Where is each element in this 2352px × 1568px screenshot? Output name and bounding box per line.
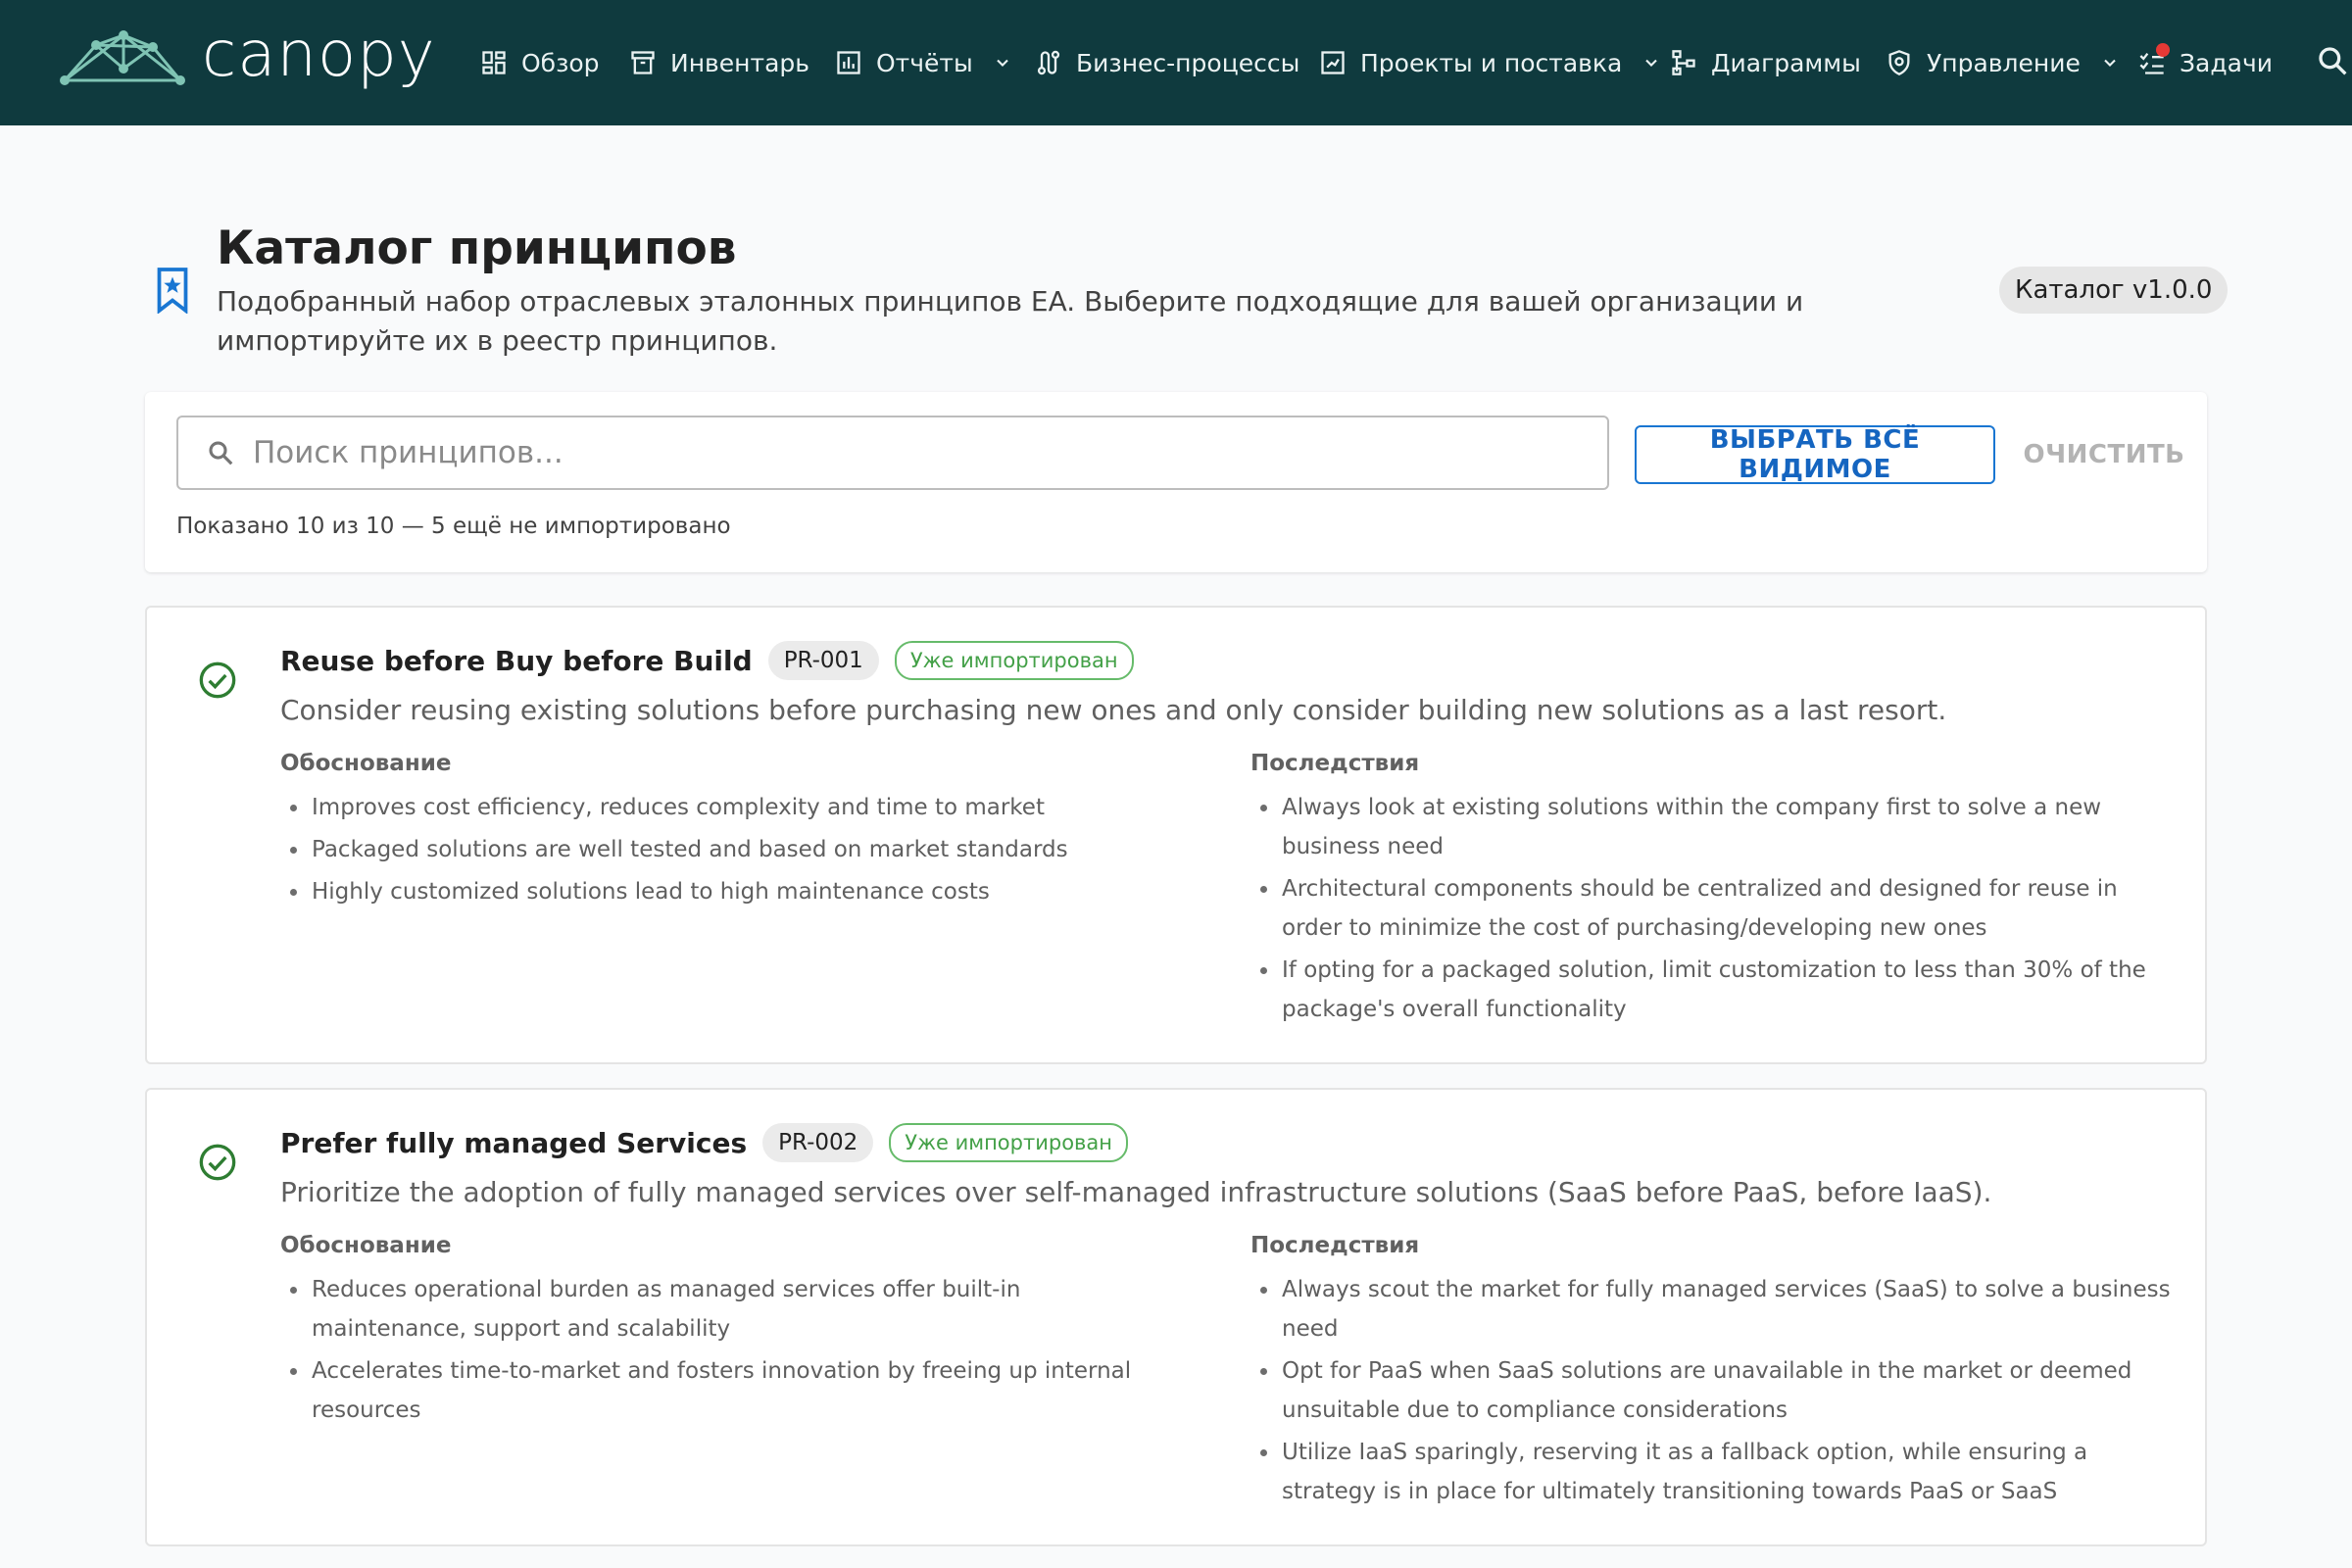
canopy-logo-icon — [60, 30, 185, 85]
nav-label: Инвентарь — [670, 48, 809, 77]
nav-label: Проекты и поставка — [1360, 48, 1623, 77]
list-item: Highly customized solutions lead to high… — [280, 872, 1182, 911]
shown-count-text: Показано 10 из 10 — 5 ещё не импортирова… — [176, 514, 731, 539]
archive-box-icon — [631, 51, 655, 74]
top-navbar: canopy Обзор Инвентарь Отчёты Бизнес-про… — [0, 0, 2352, 125]
implications-list: Always look at existing solutions within… — [1250, 788, 2181, 1032]
bar-chart-icon — [837, 51, 860, 74]
search-input[interactable] — [251, 434, 1588, 471]
page-title: Каталог принципов — [217, 221, 737, 275]
nav-label: Управление — [1927, 48, 2081, 77]
rationale-list: Improves cost efficiency, reduces comple… — [280, 788, 1182, 914]
brand-name: canopy — [202, 19, 436, 91]
imported-status-badge: Уже импортирован — [889, 1123, 1129, 1162]
dashboard-icon — [482, 51, 506, 74]
select-all-visible-button[interactable]: ВЫБРАТЬ ВСЁ ВИДИМОЕ — [1635, 425, 1995, 484]
nav-projects-delivery[interactable]: Проекты и поставка — [1319, 43, 1661, 82]
list-item: Utilize IaaS sparingly, reserving it as … — [1250, 1433, 2181, 1511]
nav-label: Бизнес-процессы — [1076, 48, 1300, 77]
nav-governance[interactable]: Управление — [1886, 43, 2120, 82]
imported-status-badge: Уже импортирован — [894, 641, 1134, 680]
principle-id-badge: PR-001 — [767, 641, 879, 680]
principle-card[interactable]: Reuse before Buy before Build PR-001 Уже… — [145, 606, 2207, 1064]
principle-header: Reuse before Buy before Build PR-001 Уже… — [280, 641, 1134, 680]
nav-business-processes[interactable]: Бизнес-процессы — [1035, 43, 1299, 82]
search-icon — [209, 441, 233, 466]
nav-label: Отчёты — [876, 48, 973, 77]
rationale-heading: Обоснование — [280, 751, 452, 776]
page-subtitle: Подобранный набор отраслевых эталонных п… — [217, 285, 1804, 357]
check-circle-icon — [199, 662, 236, 699]
principle-description: Consider reusing existing solutions befo… — [280, 694, 1947, 726]
principle-description: Prioritize the adoption of fully managed… — [280, 1176, 1992, 1208]
shield-icon — [1888, 50, 1910, 75]
implications-list: Always scout the market for fully manage… — [1250, 1270, 2181, 1514]
list-item: Reduces operational burden as managed se… — [280, 1270, 1182, 1348]
catalog-toolbar: ВЫБРАТЬ ВСЁ ВИДИМОЕ ОЧИСТИТЬ Показано 10… — [145, 392, 2207, 572]
brand-logo[interactable]: canopy — [59, 24, 436, 88]
nav-diagrams[interactable]: Диаграммы — [1670, 43, 1861, 82]
chevron-down-icon — [2104, 59, 2116, 67]
nav-label: Обзор — [521, 48, 600, 77]
clear-selection-button[interactable]: ОЧИСТИТЬ — [2021, 425, 2187, 484]
list-item: Opt for PaaS when SaaS solutions are una… — [1250, 1351, 2181, 1430]
list-item: Always look at existing solutions within… — [1250, 788, 2181, 866]
list-item: If opting for a packaged solution, limit… — [1250, 951, 2181, 1029]
nav-label: Диаграммы — [1711, 48, 1861, 77]
principles-search[interactable] — [176, 416, 1609, 490]
list-item: Always scout the market for fully manage… — [1250, 1270, 2181, 1348]
list-item: Accelerates time-to-market and fosters i… — [280, 1351, 1182, 1430]
principle-title: Reuse before Buy before Build — [280, 644, 753, 677]
search-icon[interactable] — [2317, 45, 2348, 76]
diagram-tree-icon — [1672, 50, 1695, 75]
project-board-icon — [1321, 51, 1345, 74]
implications-heading: Последствия — [1250, 751, 1420, 776]
check-circle-icon — [199, 1144, 236, 1181]
process-flow-icon — [1037, 50, 1060, 75]
implications-heading: Последствия — [1250, 1233, 1420, 1258]
list-item: Packaged solutions are well tested and b… — [280, 830, 1182, 869]
nav-tasks[interactable]: Задачи — [2138, 43, 2273, 82]
nav-inventory[interactable]: Инвентарь — [629, 43, 809, 82]
principle-card[interactable]: Prefer fully managed Services PR-002 Уже… — [145, 1088, 2207, 1546]
principle-id-badge: PR-002 — [762, 1123, 874, 1162]
nav-overview[interactable]: Обзор — [480, 43, 600, 82]
nav-label: Задачи — [2180, 48, 2273, 77]
list-item: Improves cost efficiency, reduces comple… — [280, 788, 1182, 827]
principle-title: Prefer fully managed Services — [280, 1126, 748, 1159]
chevron-down-icon — [1645, 59, 1658, 67]
catalog-version-badge: Каталог v1.0.0 — [1999, 267, 2229, 314]
bookmark-star-icon — [157, 268, 188, 314]
principle-header: Prefer fully managed Services PR-002 Уже… — [280, 1123, 1129, 1162]
list-item: Architectural components should be centr… — [1250, 869, 2181, 948]
nav-reports[interactable]: Отчёты — [835, 43, 1012, 82]
rationale-list: Reduces operational burden as managed se… — [280, 1270, 1182, 1433]
chevron-down-icon — [996, 59, 1008, 67]
tasks-icon-wrap — [2138, 43, 2170, 76]
rationale-heading: Обоснование — [280, 1233, 452, 1258]
notification-dot — [2156, 43, 2170, 57]
